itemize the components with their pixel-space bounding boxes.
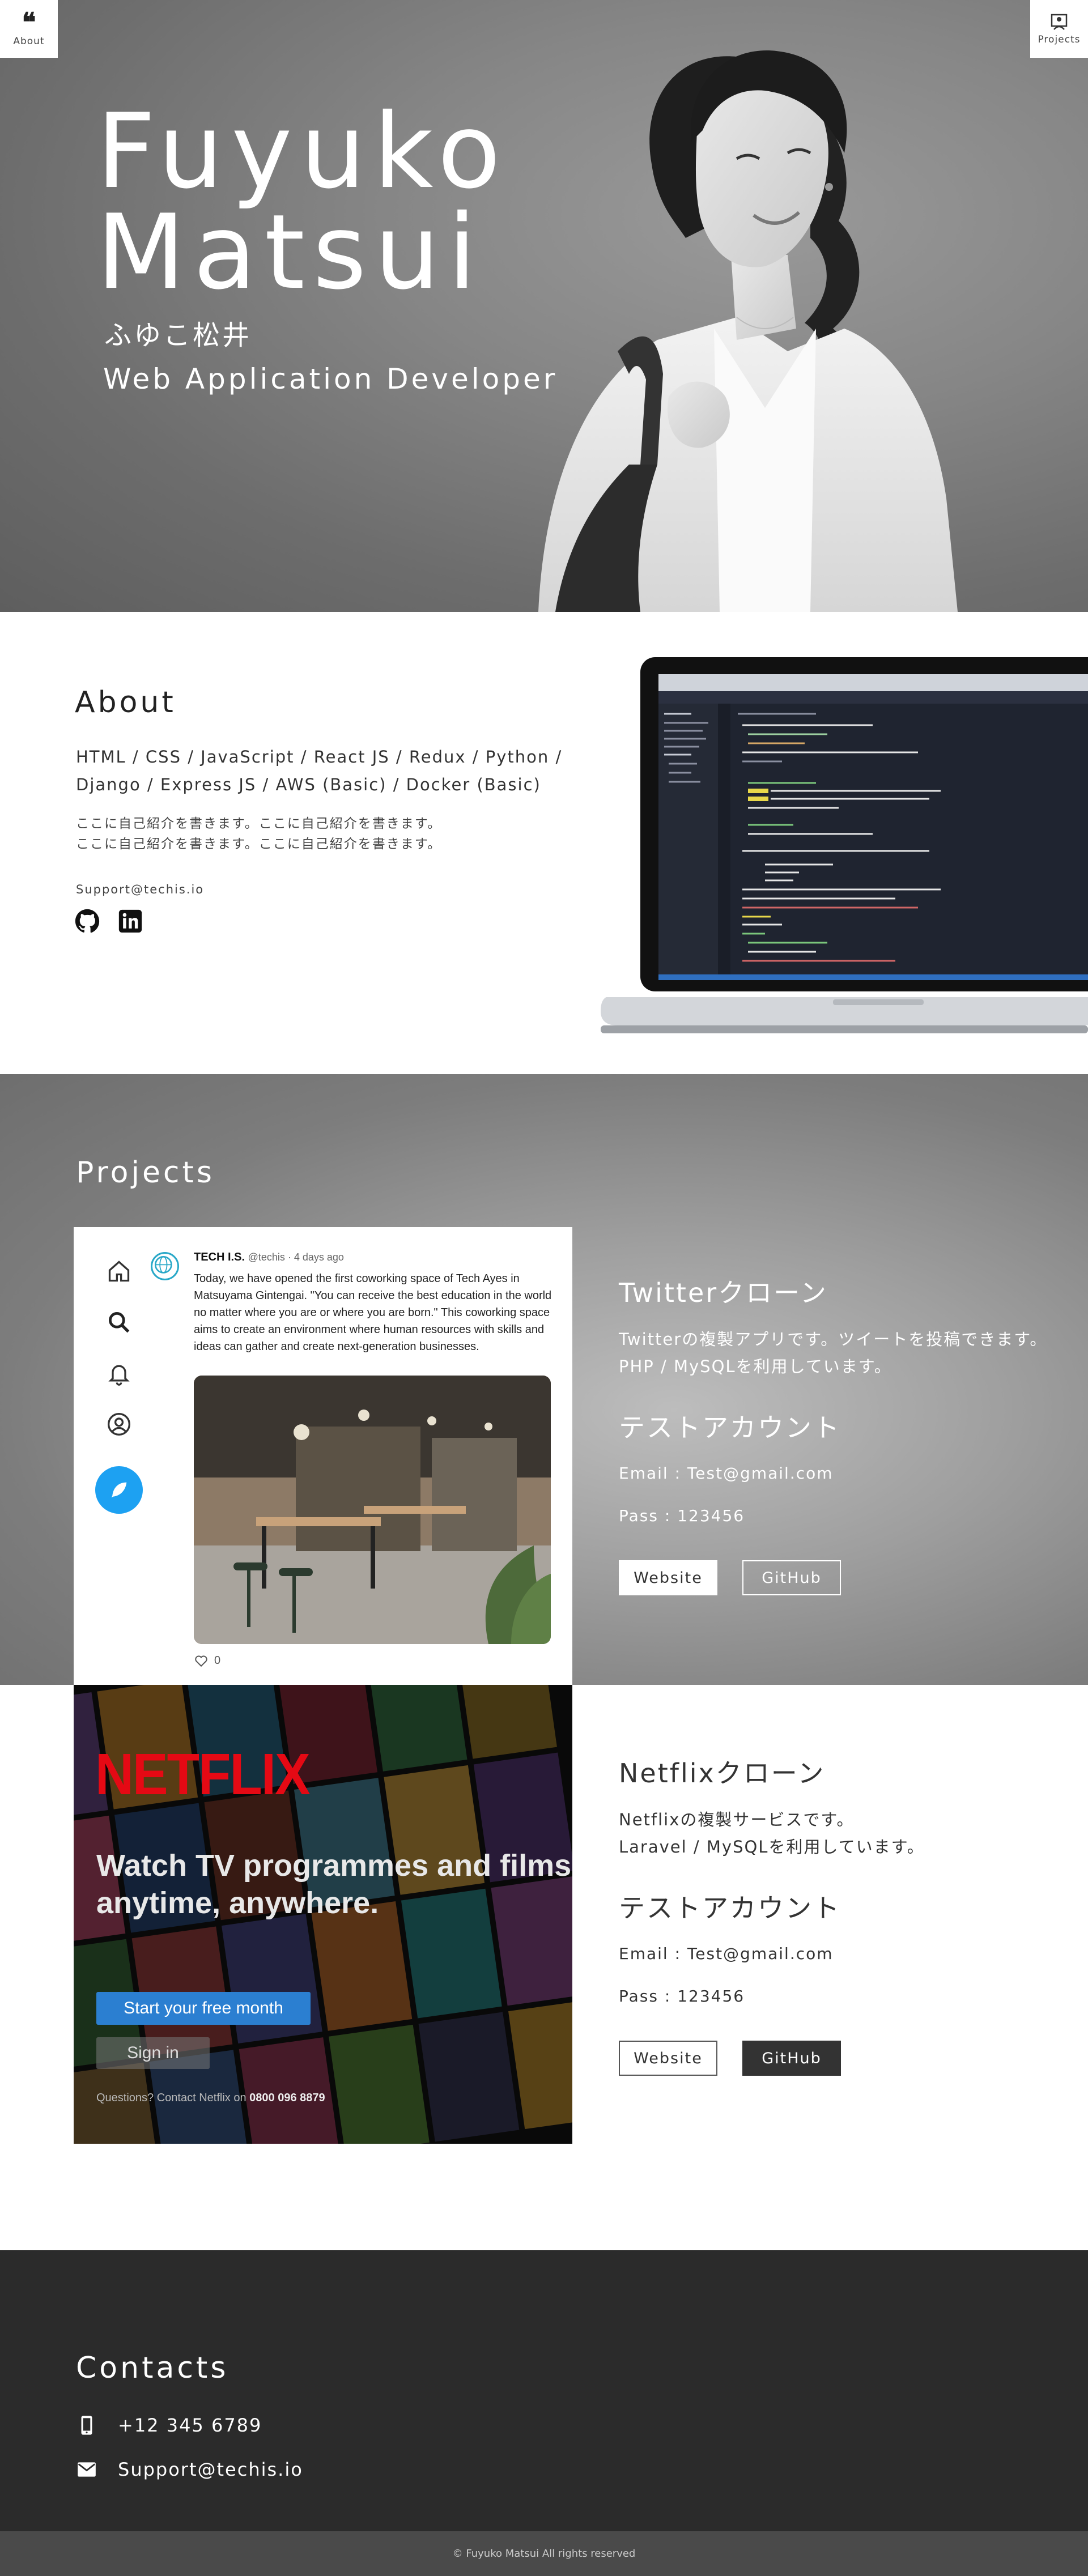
bell-icon [108,1365,130,1386]
contacts-title: Contacts [76,2351,229,2385]
netflix-clone-info: Netflixクローン Netflixの複製サービスです。 Laravel / … [619,1753,1072,2076]
mail-icon [78,2462,96,2477]
skills-list: HTML / CSS / JavaScript / React JS / Red… [76,743,597,799]
compose-button [95,1466,143,1514]
laptop-image [601,657,1088,1033]
skills-line-1: HTML / CSS / JavaScript / React JS / Red… [76,747,563,767]
about-email: Support@techis.io [76,883,205,896]
user-avatar [151,1252,179,1280]
netflix-contact: Questions? Contact Netflix on 0800 096 8… [96,2092,325,2105]
projects-title: Projects [76,1156,215,1190]
signin-button: Sign in [96,2037,210,2069]
intro-line-1: ここに自己紹介を書きます。ここに自己紹介を書きます。 [76,816,442,831]
about-nav-label: About [13,36,45,47]
hero-role: Web Application Developer [103,363,558,395]
quote-icon: ❝ [22,7,36,37]
github-button[interactable]: GitHub [742,1560,841,1595]
hero-name: Fuyuko Matsui [96,91,509,312]
tweet-likes: 0 [194,1653,220,1668]
contact-phone: +12 345 6789 [118,2415,262,2436]
headline-line-2: anytime, anywhere. [96,1886,379,1920]
test-account-title: テストアカウント [619,1412,841,1443]
contact-phone: 0800 096 8879 [249,2092,325,2104]
tweet-user: TECH I.S. [194,1251,245,1263]
project-title: Netflixクローン [619,1758,826,1789]
hero-last-name: Matsui [96,192,484,312]
self-intro: ここに自己紹介を書きます。ここに自己紹介を書きます。 ここに自己紹介を書きます。… [76,814,575,854]
contact-email: Support@techis.io [118,2459,303,2480]
about-title: About [75,685,176,719]
tweet-body: Today, we have opened the first coworkin… [194,1272,552,1353]
netflix-clone-screenshot[interactable]: NETFLIX Watch TV programmes and films an… [74,1685,572,2144]
globe-icon [154,1255,172,1274]
page-footer: © Fuyuko Matsui All rights reserved [0,2531,1088,2576]
about-nav-button[interactable]: ❝ About [0,0,58,58]
website-button[interactable]: Website [619,1560,717,1595]
project-links: Website GitHub [619,1560,1072,1595]
contact-phone-row[interactable]: +12 345 6789 [76,2415,262,2436]
social-links [75,909,143,934]
test-pass: Pass : 123456 [619,1987,745,2006]
desc-line-1: Twitterの複製アプリです。ツイートを投稿できます。 [619,1330,1048,1349]
projects-nav-label: Projects [1038,34,1081,45]
netflix-headline: Watch TV programmes and films anytime, a… [96,1847,572,1922]
contact-email-row[interactable]: Support@techis.io [76,2459,303,2480]
portrait-image [538,50,958,612]
test-pass: Pass : 123456 [619,1506,745,1525]
twitter-sidebar [95,1259,143,1514]
contact-text: Questions? Contact Netflix on [96,2092,246,2104]
test-email: Email : Test@gmail.com [619,1944,834,1963]
project-title: Twitterクローン [619,1278,828,1308]
projects-nav-button[interactable]: Projects [1030,0,1088,58]
twitter-clone-info: Twitterクローン Twitterの複製アプリです。ツイートを投稿できます。… [619,1272,1072,1595]
home-icon [108,1261,130,1282]
website-button[interactable]: Website [619,2041,717,2076]
linkedin-icon[interactable] [118,909,143,934]
desc-line-2: PHP / MySQLを利用しています。 [619,1357,892,1376]
headline-line-1: Watch TV programmes and films [96,1849,572,1883]
tweet-header: TECH I.S. @techis · 4 days ago [194,1251,344,1264]
tweet-handle: @techis · 4 days ago [248,1251,344,1263]
netflix-mock: NETFLIX Watch TV programmes and films an… [74,1685,572,2144]
twitter-mock: TECH I.S. @techis · 4 days ago Today, we… [74,1227,572,1686]
hero-first-name: Fuyuko [96,91,509,211]
search-icon [109,1312,130,1333]
hero-kana: ふゆこ松井 [104,320,252,351]
hero-section: ❝ About Projects Fuyuko Matsui ふゆこ松井 Web… [0,0,1088,612]
projects-icon [1051,14,1068,30]
twitter-clone-screenshot[interactable]: TECH I.S. @techis · 4 days ago Today, we… [74,1227,572,1686]
heart-icon [195,1655,207,1667]
skills-line-2: Django / Express JS / AWS (Basic) / Dock… [76,775,541,794]
github-icon[interactable] [75,909,100,934]
phone-icon [81,2416,92,2435]
copyright-text: © Fuyuko Matsui All rights reserved [452,2548,636,2560]
about-section: About HTML / CSS / JavaScript / React JS… [0,612,1088,1074]
like-count: 0 [214,1654,221,1667]
coworking-photo [194,1376,551,1644]
intro-line-2: ここに自己紹介を書きます。ここに自己紹介を書きます。 [76,837,442,851]
test-email: Email : Test@gmail.com [619,1464,834,1483]
desc-line-2: Laravel / MySQLを利用しています。 [619,1837,925,1857]
free-month-button: Start your free month [96,1992,311,2025]
project-links: Website GitHub [619,2041,1072,2076]
contacts-section: Contacts +12 345 6789 Support@techis.io [0,2250,1088,2531]
project-description: Twitterの複製アプリです。ツイートを投稿できます。 PHP / MySQL… [619,1326,1072,1380]
feather-icon [111,1482,127,1498]
github-button[interactable]: GitHub [742,2041,841,2076]
project-description: Netflixの複製サービスです。 Laravel / MySQLを利用していま… [619,1806,1072,1860]
netflix-logo: NETFLIX [95,1741,311,1807]
desc-line-1: Netflixの複製サービスです。 [619,1810,855,1829]
profile-icon [108,1413,130,1436]
test-account-title: テストアカウント [619,1893,841,1923]
